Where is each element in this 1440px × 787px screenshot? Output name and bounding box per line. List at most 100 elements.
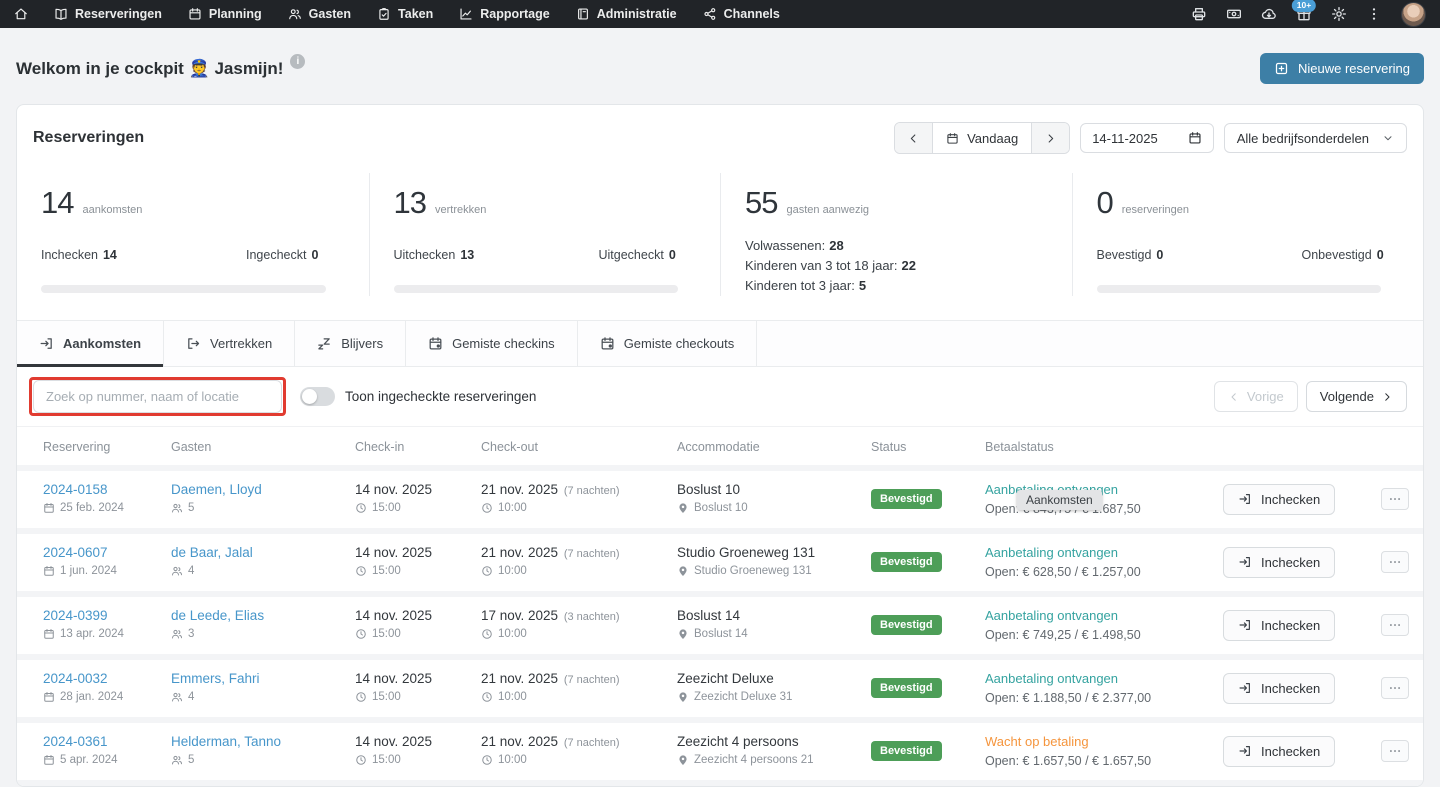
- payment-status: Aanbetaling ontvangen: [985, 545, 1221, 560]
- nav-item-planning[interactable]: Planning: [188, 7, 262, 21]
- home-button[interactable]: [14, 7, 28, 21]
- reservation-link[interactable]: 2024-0032: [43, 671, 108, 686]
- show-checked-in-toggle[interactable]: [300, 387, 335, 406]
- info-icon[interactable]: [290, 54, 305, 69]
- book-open-icon: [54, 7, 68, 21]
- home-icon: [14, 7, 28, 21]
- previous-page-button[interactable]: Vorige: [1214, 381, 1298, 412]
- clock-icon: [355, 628, 367, 640]
- calendar-icon: [43, 628, 55, 640]
- tab-gemiste-checkouts[interactable]: Gemiste checkouts: [578, 321, 758, 366]
- reservation-link[interactable]: 2024-0158: [43, 482, 108, 497]
- row-menu-button[interactable]: [1381, 677, 1409, 699]
- map-pin-icon: [677, 565, 689, 577]
- printer-button[interactable]: [1191, 6, 1207, 22]
- next-page-button[interactable]: Volgende: [1306, 381, 1407, 412]
- guest-link[interactable]: Helderman, Tanno: [171, 734, 281, 749]
- guest-link[interactable]: de Baar, Jalal: [171, 545, 253, 560]
- share-nodes-icon: [703, 7, 717, 21]
- reservation-link[interactable]: 2024-0399: [43, 608, 108, 623]
- users-icon: [171, 628, 183, 640]
- nav-item-gasten[interactable]: Gasten: [288, 7, 351, 21]
- plus-square-icon: [1274, 61, 1289, 76]
- downloads-button[interactable]: [1261, 6, 1277, 22]
- login-icon: [1238, 681, 1252, 695]
- guest-link[interactable]: Emmers, Fahri: [171, 671, 260, 686]
- nav-item-rapportage[interactable]: Rapportage: [459, 7, 549, 21]
- whats-new-button[interactable]: 10+: [1296, 6, 1312, 22]
- stats-row: 14aankomsten Inchecken14Ingecheckt0 13ve…: [17, 167, 1423, 320]
- tab-blijvers[interactable]: Blijvers: [295, 321, 406, 366]
- table-row: 2024-0399 13 apr. 2024 de Leede, Elias 3…: [17, 597, 1423, 660]
- checkin-button[interactable]: Inchecken: [1223, 484, 1335, 515]
- reservation-link[interactable]: 2024-0361: [43, 734, 108, 749]
- avatar[interactable]: [1401, 2, 1426, 27]
- status-badge: Bevestigd: [871, 552, 942, 572]
- row-menu-button[interactable]: [1381, 488, 1409, 510]
- checkin-button[interactable]: Inchecken: [1223, 547, 1335, 578]
- new-reservation-button[interactable]: Nieuwe reservering: [1260, 53, 1424, 84]
- payment-open-amount: Open: € 1.657,50 / € 1.657,50: [985, 754, 1221, 768]
- welcome-row: Welkom in je cockpit 👮 Jasmijn! Nieuwe r…: [0, 28, 1440, 104]
- chevron-right-icon: [1044, 132, 1057, 145]
- users-icon: [171, 502, 183, 514]
- table-row: 2024-0158 25 feb. 2024 Daemen, Lloyd 5 1…: [17, 471, 1423, 534]
- tab-gemiste-checkins[interactable]: Gemiste checkins: [406, 321, 578, 366]
- nav-item-administratie[interactable]: Administratie: [576, 7, 677, 21]
- toggle-wrap: Toon ingecheckte reserveringen: [300, 387, 536, 406]
- calendar-icon: [188, 7, 202, 21]
- users-icon: [171, 754, 183, 766]
- search-wrap: [33, 380, 282, 413]
- row-menu-button[interactable]: [1381, 614, 1409, 636]
- guest-link[interactable]: Daemen, Lloyd: [171, 482, 262, 497]
- nav-item-channels[interactable]: Channels: [703, 7, 780, 21]
- search-input[interactable]: [33, 380, 282, 413]
- company-filter-select[interactable]: Alle bedrijfsonderdelen: [1224, 123, 1407, 153]
- settings-button[interactable]: [1331, 6, 1347, 22]
- chevron-right-icon: [1381, 391, 1393, 403]
- ellipsis-icon: [1388, 555, 1402, 569]
- calendar-icon: [1188, 131, 1202, 145]
- table-row: 2024-0607 1 jun. 2024 de Baar, Jalal 4 1…: [17, 534, 1423, 597]
- clock-icon: [481, 628, 493, 640]
- tab-vertrekken[interactable]: Vertrekken: [164, 321, 295, 366]
- payments-button[interactable]: [1226, 6, 1242, 22]
- calendar-alert-icon: [600, 336, 615, 351]
- calendar-icon: [43, 754, 55, 766]
- ellipsis-icon: [1388, 618, 1402, 632]
- table-row: 2024-0361 5 apr. 2024 Helderman, Tanno 5…: [17, 723, 1423, 786]
- page-title: Welkom in je cockpit 👮 Jasmijn!: [16, 59, 305, 79]
- kebab-menu-icon: [1366, 6, 1382, 22]
- map-pin-icon: [677, 754, 689, 766]
- table-header: Reservering Gasten Check-in Check-out Ac…: [17, 426, 1423, 471]
- checkin-button[interactable]: Inchecken: [1223, 610, 1335, 641]
- previous-day-button[interactable]: [895, 123, 932, 153]
- guest-link[interactable]: de Leede, Elias: [171, 608, 264, 623]
- stat-departures: 13vertrekken Uitchecken13Uitgecheckt0: [369, 173, 721, 296]
- clock-icon: [481, 502, 493, 514]
- nav-item-taken[interactable]: Taken: [377, 7, 433, 21]
- stat-arrivals: 14aankomsten Inchecken14Ingecheckt0: [17, 173, 369, 296]
- clock-icon: [355, 565, 367, 577]
- ellipsis-icon: [1388, 492, 1402, 506]
- date-input[interactable]: 14-11-2025: [1080, 123, 1214, 153]
- reservation-link[interactable]: 2024-0607: [43, 545, 108, 560]
- more-menu-button[interactable]: [1366, 6, 1382, 22]
- table-row: 2024-0032 28 jan. 2024 Emmers, Fahri 4 1…: [17, 660, 1423, 723]
- tab-aankomsten[interactable]: Aankomsten: [17, 321, 164, 366]
- progress-bar: [41, 285, 326, 293]
- line-chart-icon: [459, 7, 473, 21]
- nav-item-reserveringen[interactable]: Reserveringen: [54, 7, 162, 21]
- row-menu-button[interactable]: [1381, 551, 1409, 573]
- next-day-button[interactable]: [1031, 123, 1069, 153]
- date-controls: Vandaag 14-11-2025 Alle bedrijfsonderdel…: [894, 122, 1407, 154]
- clock-icon: [481, 565, 493, 577]
- cursor-tooltip: Aankomsten: [1017, 490, 1102, 510]
- row-menu-button[interactable]: [1381, 740, 1409, 762]
- checkin-button[interactable]: Inchecken: [1223, 673, 1335, 704]
- checkin-button[interactable]: Inchecken: [1223, 736, 1335, 767]
- logout-icon: [186, 336, 201, 351]
- today-button[interactable]: Vandaag: [932, 123, 1031, 153]
- status-badge: Bevestigd: [871, 678, 942, 698]
- gear-icon: [1331, 6, 1347, 22]
